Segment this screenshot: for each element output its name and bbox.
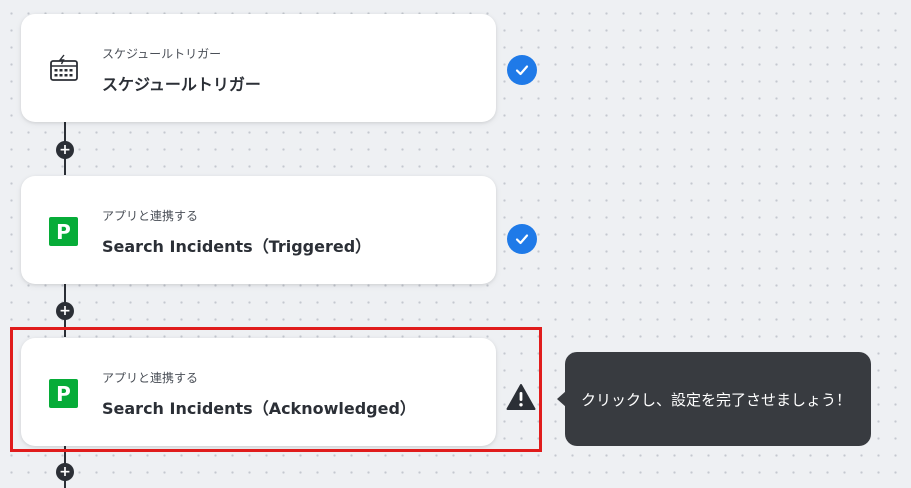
flow-step-card-search-incidents-acknowledged[interactable]: P アプリと連携する Search Incidents（Acknowledged… <box>21 338 496 446</box>
add-step-button[interactable]: + <box>56 463 74 481</box>
plus-icon: + <box>59 464 71 480</box>
flow-step-card-search-incidents-triggered[interactable]: P アプリと連携する Search Incidents（Triggered） <box>21 176 496 284</box>
step-category-label: アプリと連携する <box>102 371 199 385</box>
add-step-button[interactable]: + <box>56 141 74 159</box>
step-title: Search Incidents（Acknowledged） <box>102 399 416 418</box>
tooltip-arrow <box>557 391 566 407</box>
tooltip-text: クリックし、設定を完了させましょう！ <box>581 390 852 409</box>
step-title: Search Incidents（Triggered） <box>102 237 372 256</box>
add-step-button[interactable]: + <box>56 302 74 320</box>
step-title: スケジュールトリガー <box>102 75 261 94</box>
pagerduty-icon: P <box>49 378 79 408</box>
calendar-schedule-icon <box>49 54 79 84</box>
plus-icon: + <box>59 142 71 158</box>
warning-icon <box>506 383 536 411</box>
step-complete-check-icon <box>507 224 537 254</box>
flow-step-card-schedule-trigger[interactable]: スケジュールトリガー スケジュールトリガー <box>21 14 496 122</box>
step-complete-check-icon <box>507 55 537 85</box>
step-category-label: スケジュールトリガー <box>102 47 222 61</box>
step-category-label: アプリと連携する <box>102 209 199 223</box>
pagerduty-icon: P <box>49 216 79 246</box>
plus-icon: + <box>59 303 71 319</box>
setup-tooltip: クリックし、設定を完了させましょう！ <box>557 352 871 446</box>
